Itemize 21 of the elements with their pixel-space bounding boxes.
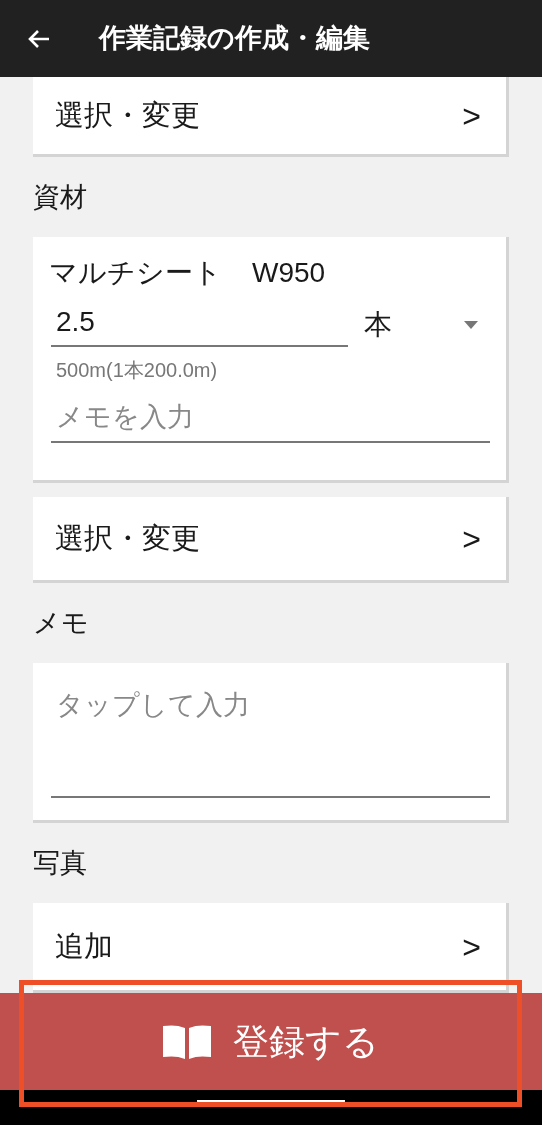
select-row[interactable]: 選択・変更 > [33,77,509,157]
book-icon [163,1024,211,1059]
section-title: 資材 [33,180,88,214]
screen-title: 作業記録の作成・編集 [99,22,370,56]
section-title: 写真 [33,846,88,880]
register-button[interactable]: 登録する [0,993,542,1090]
material-spec: W950 [252,256,326,290]
chevron-icon: > [462,514,481,563]
memo-text-field[interactable]: タップして入力 [33,663,509,823]
chevron-icon: > [462,922,481,971]
material-name: マルチシート [49,256,222,290]
conversion-note: 500m(1本200.0m) [56,358,219,383]
back-arrow-icon[interactable] [28,28,50,49]
select-row[interactable]: 追加 > [33,903,509,993]
section-title: メモ [33,606,90,640]
memo-input-field[interactable]: メモを入力 [51,393,490,443]
dropdown-caret-icon [464,321,478,329]
select-row[interactable]: 選択・変更 > [33,497,509,583]
chevron-icon: > [462,91,481,140]
unit-dropdown[interactable]: 本 [364,303,490,347]
quantity-field[interactable]: 2.5 [51,303,348,347]
